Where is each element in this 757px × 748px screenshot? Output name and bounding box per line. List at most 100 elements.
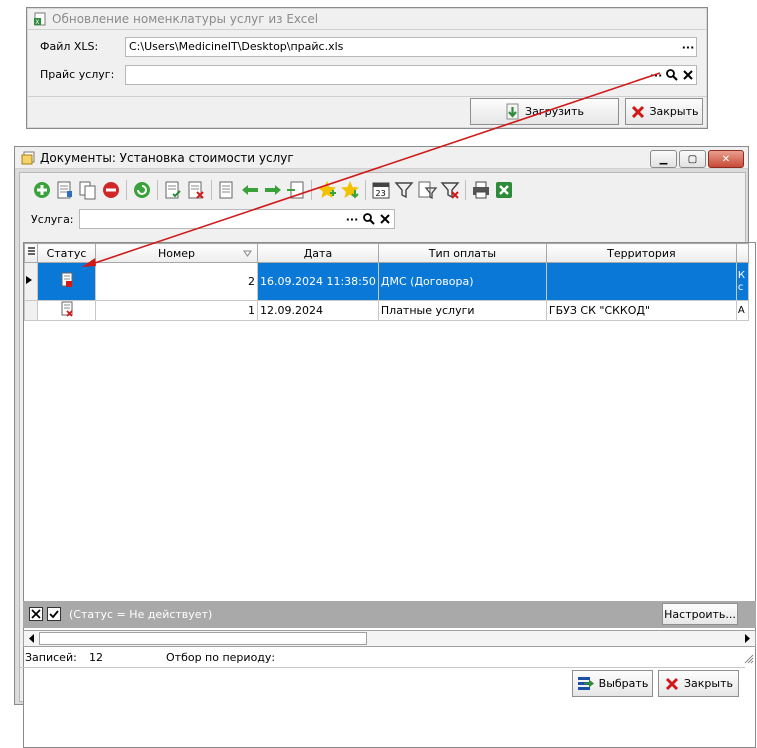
load-button[interactable]: Загрузить [470, 98, 619, 125]
table-row[interactable]: 1 12.09.2024 Платные услуги ГБУЗ СК "СКК… [24, 300, 749, 321]
window-close-button[interactable]: ✕ [708, 150, 744, 168]
column-header-payment-type[interactable]: Тип оплаты [377, 243, 547, 263]
copy-document-icon[interactable] [77, 179, 99, 201]
column-header-number[interactable]: Номер [95, 243, 258, 263]
documents-close-label: Закрыть [684, 677, 733, 690]
select-button-label: Выбрать [598, 677, 649, 690]
cancel-document-icon[interactable] [185, 179, 207, 201]
load-icon [506, 103, 519, 119]
configure-button[interactable]: Настроить... [662, 603, 738, 625]
current-row-icon [26, 276, 32, 284]
price-clear-icon[interactable] [681, 68, 695, 82]
sort-desc-icon [243, 250, 252, 257]
move-document-icon[interactable] [285, 179, 307, 201]
filter-edit-icon[interactable] [416, 179, 438, 201]
period-label: Отбор по периоду: [166, 651, 276, 664]
calendar-icon[interactable]: 23 [370, 179, 392, 201]
service-search-icon[interactable] [362, 212, 376, 226]
excel-file-icon: X [34, 12, 46, 26]
filter-icon[interactable] [393, 179, 415, 201]
arrow-right-icon[interactable] [262, 179, 284, 201]
svg-text:23: 23 [376, 189, 386, 198]
close-icon [665, 677, 679, 690]
scroll-left-icon[interactable] [25, 631, 39, 646]
payment-type-cell: ДМС (Договора) [377, 262, 547, 301]
documents-icon [21, 151, 35, 164]
row-indicator-header[interactable] [24, 243, 38, 263]
approve-document-icon[interactable] [162, 179, 184, 201]
extra-cell: К с [735, 262, 749, 301]
filter-clear-checkbox[interactable] [29, 607, 43, 621]
service-label: Услуга: [31, 213, 74, 226]
filter-bar: (Статус = Не действует) Настроить... [23, 601, 756, 628]
select-button[interactable]: Выбрать [572, 670, 653, 697]
scroll-right-icon[interactable] [740, 631, 754, 646]
arrow-left-icon[interactable] [239, 179, 261, 201]
documents-close-button[interactable]: Закрыть [658, 670, 739, 697]
price-input[interactable] [125, 65, 697, 85]
horizontal-scrollbar[interactable] [23, 630, 756, 647]
check-icon [49, 610, 59, 619]
favorite-down-icon[interactable] [339, 179, 361, 201]
column-header-extra[interactable] [735, 243, 749, 263]
svg-text:X: X [35, 19, 39, 26]
select-icon [577, 676, 594, 690]
price-search-icon[interactable] [665, 68, 679, 82]
column-header-number-label: Номер [157, 246, 196, 260]
import-dialog-title: Обновление номенклатуры услуг из Excel [52, 11, 319, 26]
favorite-add-icon[interactable] [316, 179, 338, 201]
column-header-status[interactable]: Статус [37, 243, 96, 263]
document-status-cancelled-icon [61, 301, 73, 317]
service-clear-icon[interactable] [378, 212, 392, 226]
file-xls-label: Файл XLS: [40, 40, 99, 53]
number-cell: 1 [95, 300, 258, 321]
price-label: Прайс услуг: [40, 68, 115, 81]
table-row[interactable]: 2 16.09.2024 11:38:50 ДМС (Договора) К с [24, 262, 749, 301]
status-cell [37, 262, 96, 301]
service-browse-button[interactable]: ··· [345, 212, 359, 226]
refresh-icon[interactable] [131, 179, 153, 201]
column-header-territory[interactable]: Территория [545, 243, 737, 263]
documents-table: Статус Номер Дата Тип оплаты Территория [24, 243, 749, 321]
import-close-button[interactable]: Закрыть [625, 98, 703, 125]
extra-cell-line1: К [737, 269, 745, 281]
payment-type-cell: Платные услуги [377, 300, 547, 321]
load-button-label: Загрузить [525, 105, 584, 118]
filter-text[interactable]: (Статус = Не действует) [69, 608, 212, 621]
filter-clear-icon[interactable] [439, 179, 461, 201]
date-cell: 16.09.2024 11:38:50 [257, 262, 379, 301]
table-header-row: Статус Номер Дата Тип оплаты Территория [24, 243, 749, 263]
export-excel-icon[interactable] [493, 179, 515, 201]
close-icon [631, 105, 644, 118]
add-icon[interactable] [31, 179, 53, 201]
edit-document-icon[interactable] [54, 179, 76, 201]
print-icon[interactable] [470, 179, 492, 201]
import-dialog-titlebar: X Обновление номенклатуры услуг из Excel [27, 8, 707, 30]
file-xls-input[interactable]: C:\Users\MedicineIT\Desktop\прайс.xls [125, 37, 697, 57]
extra-cell: А [735, 300, 749, 321]
price-browse-button[interactable]: ··· [649, 68, 663, 82]
number-cell: 2 [95, 262, 258, 301]
filter-enabled-checkbox[interactable] [47, 607, 61, 621]
file-browse-button[interactable]: ··· [681, 40, 695, 54]
documents-titlebar: Документы: Установка стоимости услуг [15, 147, 748, 169]
resize-grip-icon[interactable] [744, 654, 754, 664]
import-close-label: Закрыть [649, 105, 699, 118]
row-indicator [24, 300, 38, 321]
delete-icon[interactable] [100, 179, 122, 201]
territory-cell: ГБУЗ СК "СККОД" [545, 300, 737, 321]
document-list-icon[interactable] [216, 179, 238, 201]
scroll-thumb[interactable] [39, 632, 367, 645]
minimize-button[interactable]: ▁ [650, 150, 677, 168]
status-bar: Записей: 12 Отбор по периоду: [23, 651, 756, 666]
clear-filter-icon [31, 609, 41, 619]
territory-cell [545, 262, 737, 301]
document-status-inactive-icon [61, 272, 72, 287]
window-controls: ▁ ▢ ✕ [650, 150, 744, 168]
records-label: Записей: [25, 651, 77, 664]
column-header-date[interactable]: Дата [257, 243, 379, 263]
documents-toolbar: 23 [31, 177, 515, 203]
documents-window: Документы: Установка стоимости услуг ▁ ▢… [14, 146, 756, 748]
maximize-button[interactable]: ▢ [679, 150, 706, 168]
date-cell: 12.09.2024 [257, 300, 379, 321]
